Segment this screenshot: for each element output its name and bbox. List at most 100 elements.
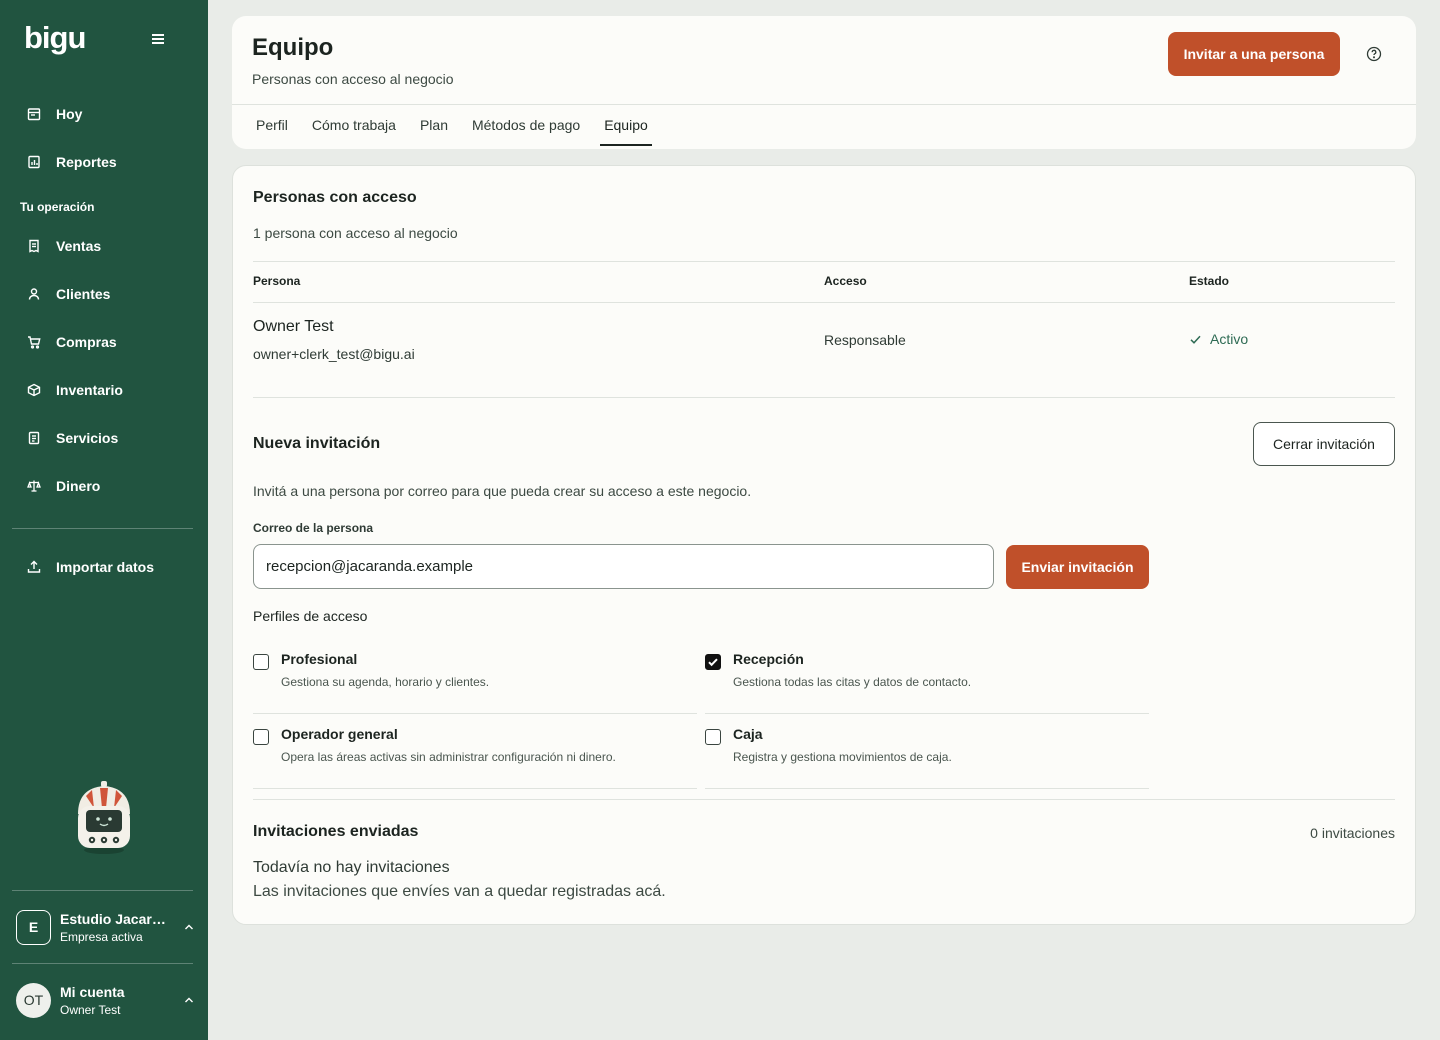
table-divider — [253, 261, 1395, 262]
access-level: Responsable — [824, 332, 906, 348]
receipt-icon — [26, 238, 42, 254]
sidebar-item-inventario[interactable]: Inventario — [12, 372, 196, 408]
app-logo[interactable]: bigu — [24, 20, 86, 56]
column-header-acceso: Acceso — [824, 274, 867, 288]
mascot-illustration — [72, 780, 136, 856]
profile-title: Recepción — [733, 651, 804, 667]
invitation-description: Invitá a una persona por correo para que… — [253, 483, 752, 499]
profiles-label: Perfiles de acceso — [253, 608, 368, 624]
checkbox[interactable] — [705, 729, 721, 745]
profile-option-operador-general[interactable]: Operador general Opera las áreas activas… — [253, 724, 697, 789]
checkbox[interactable] — [253, 654, 269, 670]
sidebar-item-hoy[interactable]: Hoy — [12, 96, 196, 132]
sidebar-item-importar[interactable]: Importar datos — [12, 549, 196, 585]
sidebar-item-label: Hoy — [56, 106, 83, 122]
page-title: Equipo — [252, 34, 334, 61]
profile-title: Profesional — [281, 651, 358, 667]
sidebar-item-dinero[interactable]: Dinero — [12, 468, 196, 504]
column-header-persona: Persona — [253, 274, 301, 288]
sidebar-item-reportes[interactable]: Reportes — [12, 144, 196, 180]
profile-description: Gestiona su agenda, horario y clientes. — [281, 675, 490, 689]
page-header: Equipo Personas con acceso al negocio In… — [232, 16, 1416, 149]
sidebar-item-servicios[interactable]: Servicios — [12, 420, 196, 456]
cart-icon — [26, 334, 42, 350]
section-divider — [253, 799, 1395, 800]
check-icon — [1190, 335, 1201, 344]
chevron-up-icon — [182, 920, 196, 934]
sidebar-item-label: Servicios — [56, 430, 119, 446]
profile-description: Opera las áreas activas sin administrar … — [281, 750, 616, 764]
tab-como-trabaja[interactable]: Cómo trabaja — [308, 104, 400, 146]
section-divider — [253, 397, 1395, 398]
person-name: Owner Test — [253, 318, 334, 335]
user-icon — [26, 286, 42, 302]
empty-state-title: Todavía no hay invitaciones — [253, 859, 450, 876]
business-switcher[interactable]: E Estudio Jacaranda Empresa activa — [16, 907, 196, 947]
sidebar-divider — [12, 890, 193, 891]
calendar-icon — [26, 106, 42, 122]
sidebar: bigu Hoy Reportes Tu operación Ventas Cl… — [0, 0, 208, 1040]
section-label: Tu operación — [20, 200, 95, 214]
help-icon[interactable] — [1366, 46, 1382, 62]
report-icon — [26, 154, 42, 170]
profile-option-caja[interactable]: Caja Registra y gestiona movimientos de … — [705, 724, 1149, 789]
box-icon — [26, 382, 42, 398]
sidebar-item-label: Clientes — [56, 286, 111, 302]
page-subtitle: Personas con acceso al negocio — [252, 71, 454, 87]
sidebar-item-label: Compras — [56, 334, 117, 350]
tab-perfil[interactable]: Perfil — [252, 104, 292, 146]
account-menu[interactable]: OT Mi cuenta Owner Test — [16, 980, 196, 1020]
sidebar-divider — [12, 963, 193, 964]
person-email: owner+clerk_test@bigu.ai — [253, 346, 415, 362]
sidebar-divider — [12, 528, 193, 529]
status-badge: Activo — [1189, 331, 1248, 347]
chevron-up-icon — [182, 993, 196, 1007]
business-name: Estudio Jacaranda — [60, 910, 170, 927]
tab-metodos-de-pago[interactable]: Métodos de pago — [468, 104, 584, 146]
empty-state-text: Las invitaciones que envíes van a quedar… — [253, 883, 666, 900]
profile-title: Caja — [733, 726, 763, 742]
sidebar-item-ventas[interactable]: Ventas — [12, 228, 196, 264]
status-label: Activo — [1210, 331, 1249, 347]
email-field[interactable] — [253, 544, 994, 589]
tab-plan[interactable]: Plan — [416, 104, 452, 146]
sidebar-item-compras[interactable]: Compras — [12, 324, 196, 360]
profile-description: Registra y gestiona movimientos de caja. — [733, 750, 952, 764]
team-card: Personas con acceso 1 persona con acceso… — [232, 165, 1416, 925]
sidebar-item-label: Importar datos — [56, 559, 155, 575]
invitations-count: 0 invitaciones — [1310, 825, 1395, 841]
settings-tabs: Perfil Cómo trabaja Plan Métodos de pago… — [252, 104, 668, 149]
sidebar-item-label: Inventario — [56, 382, 123, 398]
sidebar-item-label: Ventas — [56, 238, 102, 254]
column-header-estado: Estado — [1189, 274, 1230, 288]
document-icon — [26, 430, 42, 446]
send-invitation-button[interactable]: Enviar invitación — [1006, 545, 1149, 589]
access-title: Personas con acceso — [253, 189, 417, 206]
profile-title: Operador general — [281, 726, 398, 742]
account-subtitle: Owner Test — [60, 1002, 121, 1017]
table-divider — [253, 302, 1395, 303]
account-title: Mi cuenta — [60, 983, 125, 1000]
invite-person-button[interactable]: Invitar a una persona — [1168, 32, 1340, 76]
profile-description: Gestiona todas las citas y datos de cont… — [733, 675, 972, 689]
business-subtitle: Empresa activa — [60, 929, 143, 944]
sidebar-item-clientes[interactable]: Clientes — [12, 276, 196, 312]
avatar: OT — [16, 982, 51, 1018]
sent-invitations-title: Invitaciones enviadas — [253, 823, 419, 840]
email-label: Correo de la persona — [253, 521, 374, 535]
profile-option-profesional[interactable]: Profesional Gestiona su agenda, horario … — [253, 649, 697, 714]
upload-icon — [26, 559, 42, 575]
invitation-title: Nueva invitación — [253, 435, 381, 452]
checkmark-icon — [708, 658, 718, 667]
menu-toggle-icon[interactable] — [152, 32, 170, 48]
close-invitation-button[interactable]: Cerrar invitación — [1253, 422, 1395, 466]
checkbox[interactable] — [253, 729, 269, 745]
scale-icon — [26, 478, 42, 494]
access-summary: 1 persona con acceso al negocio — [253, 225, 458, 241]
profile-option-recepcion[interactable]: Recepción Gestiona todas las citas y dat… — [705, 649, 1149, 714]
tab-equipo[interactable]: Equipo — [600, 104, 652, 146]
sidebar-item-label: Dinero — [56, 478, 101, 494]
business-badge: E — [16, 909, 51, 945]
sidebar-item-label: Reportes — [56, 154, 117, 170]
checkbox-checked[interactable] — [705, 654, 721, 670]
